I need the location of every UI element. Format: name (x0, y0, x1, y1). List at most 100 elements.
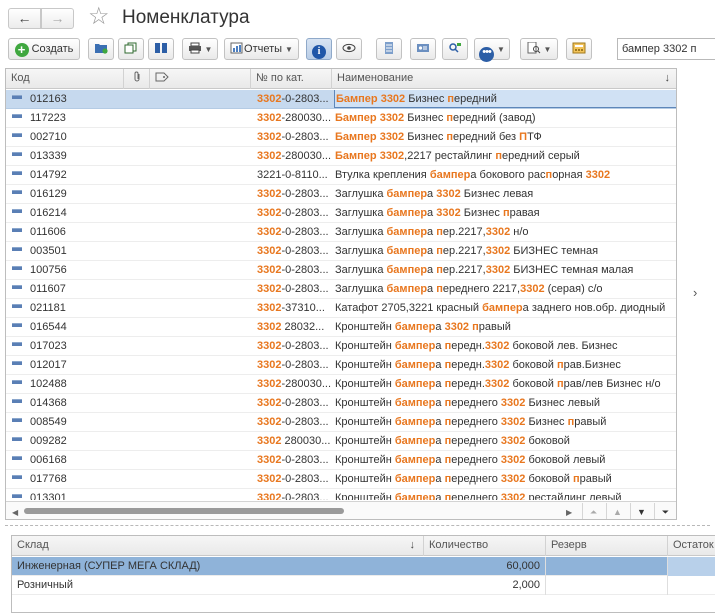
catalog-number-match: 3302 (257, 378, 282, 390)
name-match-fragment: бампер (482, 302, 523, 314)
table-row[interactable]: 006168 3302-0-2803... Кронштейн бампера пе… (6, 451, 676, 470)
stock-row[interactable]: Инженерная (СУПЕР МЕГА СКЛАД) 60,000 (12, 557, 715, 576)
name-match-fragment: 3302 (436, 188, 461, 200)
copy-button[interactable] (118, 38, 144, 60)
price-list-button[interactable] (566, 38, 592, 60)
list-view-button[interactable] (376, 38, 402, 60)
catalog-number-rest: -0-2803... (281, 283, 329, 295)
name-fragment: а (427, 245, 437, 257)
name-match-fragment: бампер (394, 359, 436, 371)
name-match-fragment: п (436, 245, 443, 257)
name-match-fragment: 3302 (436, 207, 461, 219)
item-catalog-number: 3302-0-2803... (257, 451, 331, 469)
table-row[interactable]: 017768 3302-0-2803... Кронштейн бампера пе… (6, 470, 676, 489)
expand-panel-chevron-icon[interactable]: › (693, 285, 697, 300)
table-row[interactable]: 102488 3302-280030... Кронштейн бампера пе… (6, 375, 676, 394)
catalog-number-match: 3302 (257, 150, 282, 162)
name-fragment: еред (451, 359, 476, 371)
scroll-right-icon[interactable]: ▶ (566, 508, 572, 517)
page-up-button[interactable]: ▲ (606, 503, 628, 519)
table-row[interactable]: 012163 3302-0-2803... Бампер 3302 Бизнес п… (6, 90, 676, 109)
item-code: 014368 (30, 397, 67, 409)
name-fragment: а (435, 416, 445, 428)
table-row[interactable]: 013301 3302-0-2803... Кронштейн бампера пе… (6, 489, 676, 500)
name-match-fragment: бампер (429, 169, 471, 181)
column-header-reserve[interactable]: Резерв (546, 536, 668, 556)
table-row[interactable]: 016544 3302 28032... Кронштейн бампера 330… (6, 318, 676, 337)
table-row[interactable]: 016129 3302-0-2803... Заглушка бампера 330… (6, 185, 676, 204)
layout-button[interactable] (148, 38, 174, 60)
search-settings-button[interactable]: ▼ (520, 38, 558, 60)
table-row[interactable]: 008549 3302-0-2803... Кронштейн бампера пе… (6, 413, 676, 432)
item-row-icon (12, 242, 24, 260)
table-row[interactable]: 016214 3302-0-2803... Заглушка бампера 330… (6, 204, 676, 223)
item-name: Заглушка бампера пер.2217,3302 н/о (334, 223, 676, 241)
view-button[interactable] (336, 38, 362, 60)
scrollbar-thumb[interactable] (24, 508, 344, 514)
structure-button[interactable] (442, 38, 468, 60)
table-row[interactable]: 011606 3302-0-2803... Заглушка бампера пер… (6, 223, 676, 242)
column-header-code[interactable]: Код (6, 69, 124, 89)
name-fragment: Бизнес (460, 207, 503, 219)
name-fragment: равый (579, 473, 612, 485)
panel-splitter[interactable] (5, 525, 710, 526)
column-header-quantity[interactable]: Количество (424, 536, 546, 556)
table-row[interactable]: 100756 3302-0-2803... Заглушка бампера пер… (6, 261, 676, 280)
table-row[interactable]: 012017 3302-0-2803... Кронштейн бампера пе… (6, 356, 676, 375)
folder-add-icon (95, 44, 108, 54)
name-fragment: а (427, 283, 437, 295)
back-button[interactable]: ← (8, 8, 41, 29)
table-row[interactable]: 017023 3302-0-2803... Кронштейн бампера пе… (6, 337, 676, 356)
name-fragment: равый (478, 321, 511, 333)
table-row[interactable]: 117223 3302-280030... Бампер 3302 Бизнес п… (6, 109, 676, 128)
info-icon: i (312, 45, 326, 59)
create-button[interactable]: + Создать (8, 38, 80, 60)
column-header-tag[interactable] (150, 69, 251, 89)
name-match-fragment: Бампер 3302 (335, 131, 405, 143)
favorite-star-icon[interactable]: ☆ (88, 3, 110, 31)
name-fragment: а (435, 378, 445, 390)
name-fragment: Бизнес (404, 112, 447, 124)
page-down-button[interactable]: ▼ (630, 503, 652, 519)
reports-button[interactable]: Отчеты ▼ (224, 38, 299, 60)
more-actions-button[interactable]: ••• ▼ (474, 38, 510, 62)
name-fragment: БИЗНЕС темная малая (510, 264, 634, 276)
scroll-left-icon[interactable]: ◀ (12, 508, 18, 517)
name-match-fragment: 3302 (500, 397, 526, 409)
info-button[interactable]: i (306, 38, 332, 60)
table-row[interactable]: 011607 3302-0-2803... Заглушка бампера пер… (6, 280, 676, 299)
table-row[interactable]: 003501 3302-0-2803... Заглушка бампера пер… (6, 242, 676, 261)
name-fragment: Кронштейн (335, 435, 395, 447)
product-item-icon (12, 342, 22, 346)
forward-button[interactable]: → (41, 8, 74, 29)
name-fragment: ередний (454, 93, 497, 105)
column-header-name[interactable]: Наименование ↓ (332, 69, 676, 89)
card-view-button[interactable] (410, 38, 436, 60)
create-group-button[interactable] (88, 38, 114, 60)
name-match-fragment: п (572, 473, 580, 485)
scroll-to-top-button[interactable]: ⏶ (582, 503, 604, 519)
product-item-icon (12, 399, 22, 403)
scroll-to-end-button[interactable]: ⏷ (654, 503, 676, 519)
stock-row[interactable]: Розничный 2,000 (12, 576, 715, 595)
name-match-fragment: п (436, 264, 443, 276)
table-row[interactable]: 013339 3302-280030... Бампер 3302,2217 рес… (6, 147, 676, 166)
name-fragment: Кронштейн (335, 359, 395, 371)
horizontal-scrollbar[interactable] (24, 508, 576, 514)
table-row[interactable]: 014792 3221-0-8110... Втулка крепления бам… (6, 166, 676, 185)
table-row[interactable]: 002710 3302-0-2803... Бампер 3302 Бизнес п… (6, 128, 676, 147)
catalog-number-rest: -0-2803... (281, 245, 329, 257)
table-row[interactable]: 009282 3302 280030... Кронштейн бампера пе… (6, 432, 676, 451)
table-row[interactable]: 021181 3302-37310... Катафот 2705,3221 кра… (6, 299, 676, 318)
column-header-attachment[interactable] (124, 69, 150, 89)
search-input[interactable] (617, 38, 715, 60)
table-row[interactable]: 014368 3302-0-2803... Кронштейн бампера пе… (6, 394, 676, 413)
name-fragment: Бизнес левая (460, 188, 534, 200)
item-row-icon (12, 432, 24, 450)
column-header-warehouse[interactable]: Склад ↓ (12, 536, 424, 556)
columns-icon (155, 43, 167, 53)
name-match-fragment: 3302 (500, 454, 526, 466)
column-header-cat-no[interactable]: № по кат. (251, 69, 332, 89)
print-button[interactable]: ▼ (182, 38, 218, 60)
column-header-remainder[interactable]: Остаток (668, 536, 715, 556)
